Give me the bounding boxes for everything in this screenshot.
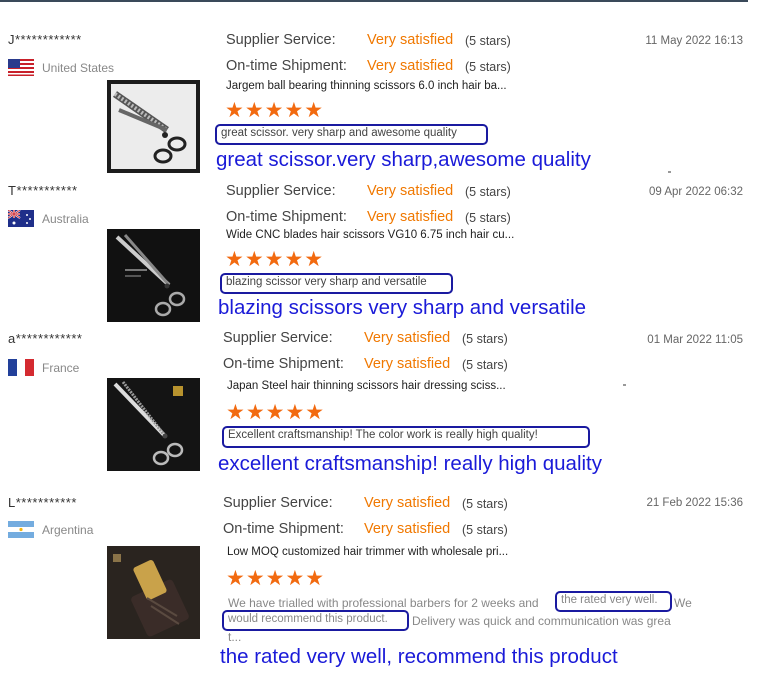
review-comment-text: We have trialled with professional barbe… — [228, 596, 539, 610]
country-label: United States — [42, 60, 115, 75]
product-thumbnail[interactable] — [107, 546, 200, 639]
ar-flag-icon — [8, 521, 34, 538]
shipment-label: On-time Shipment: — [223, 521, 344, 537]
rating-stars: ★★★★★ — [226, 567, 326, 590]
supplier-service-label: Supplier Service: — [226, 183, 336, 199]
review-date: 11 May 2022 16:13 — [645, 35, 743, 47]
supplier-service-value: Very satisfied — [367, 32, 454, 48]
scan-dot — [668, 171, 671, 173]
shipment-value: Very satisfied — [367, 209, 454, 225]
scan-dot — [623, 384, 626, 386]
reviewer-name: a************ — [8, 331, 83, 346]
top-divider — [0, 0, 748, 2]
rating-stars: ★★★★★ — [225, 248, 325, 271]
supplier-service-stars: (5 stars) — [465, 34, 511, 48]
supplier-service-value: Very satisfied — [367, 183, 454, 199]
supplier-service-stars: (5 stars) — [462, 332, 508, 346]
product-thumbnail[interactable] — [107, 80, 200, 173]
comment-caption: the rated very well, recommend this prod… — [220, 645, 618, 668]
reviewer-name: J************ — [8, 32, 82, 47]
review-comment: blazing scissor very sharp and versatile — [220, 273, 453, 294]
reviewer-name: T*********** — [8, 183, 78, 198]
reviewer-country: United States — [8, 59, 114, 76]
fr-flag-icon — [8, 359, 34, 376]
review-comment-text: t... — [228, 630, 242, 644]
review-comment: Excellent craftsmanship! The color work … — [222, 426, 590, 448]
comment-caption: blazing scissors very sharp and versatil… — [218, 296, 587, 319]
supplier-service-label: Supplier Service: — [223, 495, 333, 511]
supplier-service-label: Supplier Service: — [223, 330, 333, 346]
shipment-stars: (5 stars) — [462, 523, 508, 537]
review-comment-highlight: would recommend this product. — [222, 610, 409, 631]
review-comment: great scissor. very sharp and awesome qu… — [215, 124, 488, 145]
reviewer-country: Argentina — [8, 521, 93, 538]
shipment-stars: (5 stars) — [465, 60, 511, 74]
product-thumbnail[interactable] — [107, 378, 200, 471]
review-comment-text: We — [674, 596, 692, 610]
shipment-stars: (5 stars) — [462, 358, 508, 372]
shipment-stars: (5 stars) — [465, 211, 511, 225]
review-date: 21 Feb 2022 15:36 — [646, 497, 743, 509]
product-title[interactable]: Japan Steel hair thinning scissors hair … — [227, 380, 506, 392]
country-label: Argentina — [42, 522, 94, 537]
country-label: Australia — [42, 211, 89, 226]
reviewer-name: L*********** — [8, 495, 77, 510]
us-flag-icon — [8, 59, 34, 76]
country-label: France — [42, 360, 80, 375]
supplier-service-value: Very satisfied — [364, 330, 451, 346]
review-date: 01 Mar 2022 11:05 — [647, 334, 743, 346]
supplier-service-stars: (5 stars) — [462, 497, 508, 511]
review-comment-highlight: the rated very well. — [555, 591, 672, 612]
supplier-service-stars: (5 stars) — [465, 185, 511, 199]
review-comment-text: Delivery was quick and communication was… — [412, 614, 671, 628]
rating-stars: ★★★★★ — [226, 401, 326, 424]
shipment-value: Very satisfied — [367, 58, 454, 74]
shipment-label: On-time Shipment: — [226, 58, 347, 74]
reviewer-country: France — [8, 359, 79, 376]
rating-stars: ★★★★★ — [225, 99, 325, 122]
shipment-value: Very satisfied — [364, 521, 451, 537]
product-thumbnail[interactable] — [107, 229, 200, 322]
supplier-service-value: Very satisfied — [364, 495, 451, 511]
shipment-value: Very satisfied — [364, 356, 451, 372]
supplier-service-label: Supplier Service: — [226, 32, 336, 48]
au-flag-icon — [8, 210, 34, 227]
shipment-label: On-time Shipment: — [226, 209, 347, 225]
product-title[interactable]: Jargem ball bearing thinning scissors 6.… — [226, 80, 507, 92]
comment-caption: excellent craftsmanship! really high qua… — [218, 452, 602, 475]
comment-caption: great scissor.very sharp,awesome quality — [216, 148, 591, 171]
shipment-label: On-time Shipment: — [223, 356, 344, 372]
reviewer-country: Australia — [8, 210, 89, 227]
product-title[interactable]: Wide CNC blades hair scissors VG10 6.75 … — [226, 229, 514, 241]
review-date: 09 Apr 2022 06:32 — [649, 186, 743, 198]
product-title[interactable]: Low MOQ customized hair trimmer with who… — [227, 546, 508, 558]
